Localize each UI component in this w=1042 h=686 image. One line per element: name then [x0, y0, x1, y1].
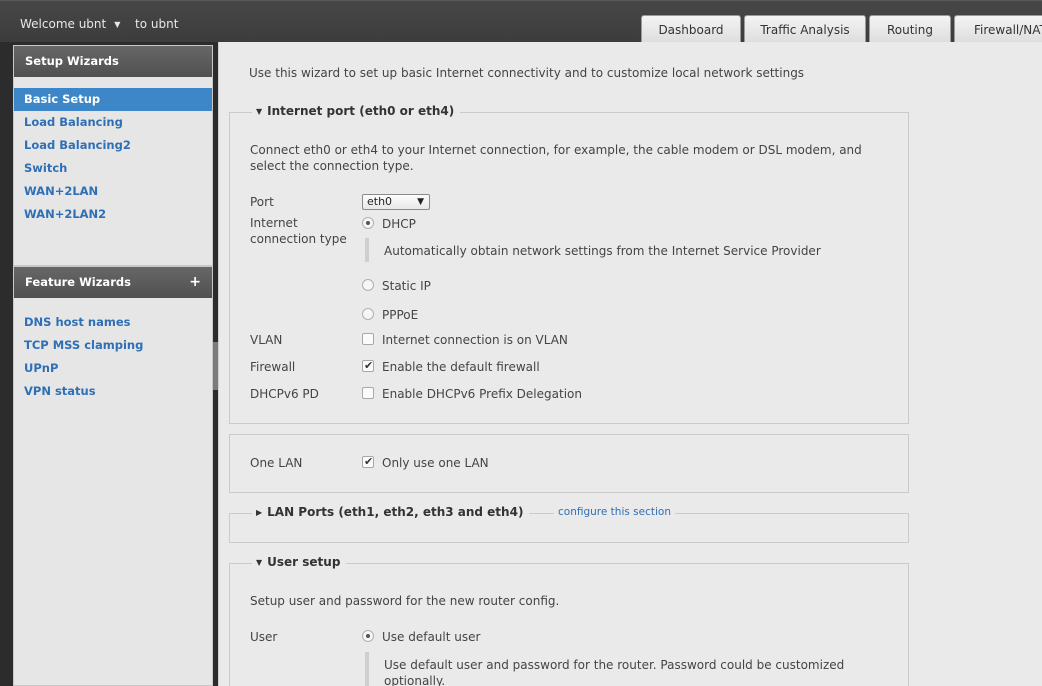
sidebar-item-switch[interactable]: Switch: [14, 157, 212, 180]
description-bar: [365, 652, 369, 686]
tab-traffic-analysis[interactable]: Traffic Analysis: [744, 15, 866, 44]
firewall-option[interactable]: Enable the default firewall: [362, 358, 540, 375]
user-setup-description: Setup user and password for the new rout…: [250, 594, 560, 608]
sidebar-item-vpn-status[interactable]: VPN status: [14, 380, 212, 403]
one-lan-checkbox[interactable]: [362, 454, 374, 470]
setup-wizards-title: Setup Wizards: [14, 46, 212, 77]
collapse-triangle-icon: ▼: [256, 107, 263, 116]
sidebar-item-basic-setup[interactable]: Basic Setup: [14, 88, 212, 111]
welcome-text: Welcome ubnt: [20, 17, 107, 31]
firewall-checkbox[interactable]: [362, 358, 374, 374]
sidebar-item-upnp[interactable]: UPnP: [14, 357, 212, 380]
pppoe-option[interactable]: PPPoE: [362, 307, 418, 323]
feature-wizards-panel: Feature Wizards + DNS host names TCP MSS…: [13, 266, 213, 686]
tab-dashboard[interactable]: Dashboard: [641, 15, 741, 44]
pppoe-label: PPPoE: [382, 308, 419, 322]
dhcp-radio[interactable]: [362, 216, 374, 229]
one-lan-label: One LAN: [250, 456, 303, 470]
vlan-text: Internet connection is on VLAN: [382, 333, 568, 347]
default-user-option[interactable]: Use default user: [362, 629, 480, 645]
default-user-label: Use default user: [382, 630, 481, 644]
dhcp-description: Automatically obtain network settings fr…: [384, 244, 821, 258]
vlan-checkbox[interactable]: [362, 332, 374, 345]
vlan-label: VLAN: [250, 333, 283, 347]
static-ip-option[interactable]: Static IP: [362, 278, 431, 294]
dhcp-label: DHCP: [382, 217, 416, 231]
internet-port-section: ▼ Internet port (eth0 or eth4) Connect et…: [229, 104, 909, 424]
tab-firewall-nat[interactable]: Firewall/NAT: [954, 15, 1042, 44]
sidebar-item-tcp-mss-clamping[interactable]: TCP MSS clamping: [14, 334, 212, 357]
setup-wizards-list: Basic Setup Load Balancing Load Balancin…: [14, 77, 212, 226]
sidebar-item-load-balancing2[interactable]: Load Balancing2: [14, 134, 212, 157]
sidebar-item-load-balancing[interactable]: Load Balancing: [14, 111, 212, 134]
static-ip-radio[interactable]: [362, 278, 374, 291]
user-setup-title: User setup: [267, 555, 341, 569]
feature-wizards-list: DNS host names TCP MSS clamping UPnP VPN…: [14, 298, 212, 403]
main-content: Use this wizard to set up basic Internet…: [218, 42, 1042, 686]
user-setup-section: ▼ User setup Setup user and password for …: [229, 555, 909, 686]
default-user-radio[interactable]: [362, 629, 374, 642]
collapse-triangle-icon: ▼: [256, 558, 263, 567]
one-lan-section: One LAN Only use one LAN: [229, 434, 909, 493]
lan-ports-title: LAN Ports (eth1, eth2, eth3 and eth4): [267, 505, 524, 519]
port-label: Port: [250, 195, 274, 209]
configure-section-link[interactable]: configure this section: [554, 506, 675, 518]
dhcpv6-option[interactable]: Enable DHCPv6 Prefix Delegation: [362, 386, 582, 402]
sidebar-item-dns-host-names[interactable]: DNS host names: [14, 311, 212, 334]
dropdown-arrow-icon: ▼: [417, 197, 424, 207]
setup-wizards-panel: Setup Wizards Basic Setup Load Balancing…: [13, 45, 213, 266]
add-feature-icon[interactable]: +: [189, 267, 201, 298]
feature-wizards-title: Feature Wizards: [25, 275, 131, 289]
port-select[interactable]: eth0 ▼: [362, 194, 430, 210]
expand-triangle-icon: ▶: [256, 508, 263, 517]
user-label: User: [250, 630, 278, 644]
dhcpv6-label: DHCPv6 PD: [250, 387, 319, 401]
lan-ports-section: ▶ LAN Ports (eth1, eth2, eth3 and eth4) c…: [229, 505, 909, 543]
user-setup-legend[interactable]: ▼ User setup: [252, 555, 347, 569]
internet-port-title: Internet port (eth0 or eth4): [267, 104, 455, 118]
internet-port-legend[interactable]: ▼ Internet port (eth0 or eth4): [252, 104, 461, 118]
sidebar-item-wan-2lan2[interactable]: WAN+2LAN2: [14, 203, 212, 226]
one-lan-text: Only use one LAN: [382, 456, 489, 470]
feature-wizards-header: Feature Wizards +: [14, 267, 212, 298]
top-bar: Welcome ubnt ▼ to ubnt Dashboard Traffic …: [0, 0, 1042, 44]
dhcpv6-checkbox[interactable]: [362, 386, 374, 399]
description-bar: [365, 238, 369, 262]
connection-type-label: Internet connection type: [250, 216, 347, 246]
lan-ports-legend[interactable]: ▶ LAN Ports (eth1, eth2, eth3 and eth4): [252, 505, 530, 519]
logout-link[interactable]: to ubnt: [135, 17, 178, 31]
port-select-value: eth0: [367, 195, 393, 208]
default-user-description: Use default user and password for the ro…: [384, 658, 845, 686]
one-lan-option[interactable]: Only use one LAN: [362, 454, 489, 471]
dhcpv6-text: Enable DHCPv6 Prefix Delegation: [382, 387, 582, 401]
sidebar-item-wan-2lan[interactable]: WAN+2LAN: [14, 180, 212, 203]
chevron-down-icon: ▼: [114, 20, 121, 29]
wizard-intro: Use this wizard to set up basic Internet…: [249, 66, 805, 80]
internet-port-description: Connect eth0 or eth4 to your Internet co…: [250, 143, 862, 173]
tab-routing[interactable]: Routing: [869, 15, 951, 44]
dhcp-option[interactable]: DHCP: [362, 216, 416, 232]
vlan-option[interactable]: Internet connection is on VLAN: [362, 332, 568, 348]
firewall-text: Enable the default firewall: [382, 360, 540, 374]
user-menu[interactable]: Welcome ubnt ▼: [20, 17, 120, 31]
static-ip-label: Static IP: [382, 279, 431, 293]
pppoe-radio[interactable]: [362, 307, 374, 320]
firewall-label: Firewall: [250, 360, 296, 374]
